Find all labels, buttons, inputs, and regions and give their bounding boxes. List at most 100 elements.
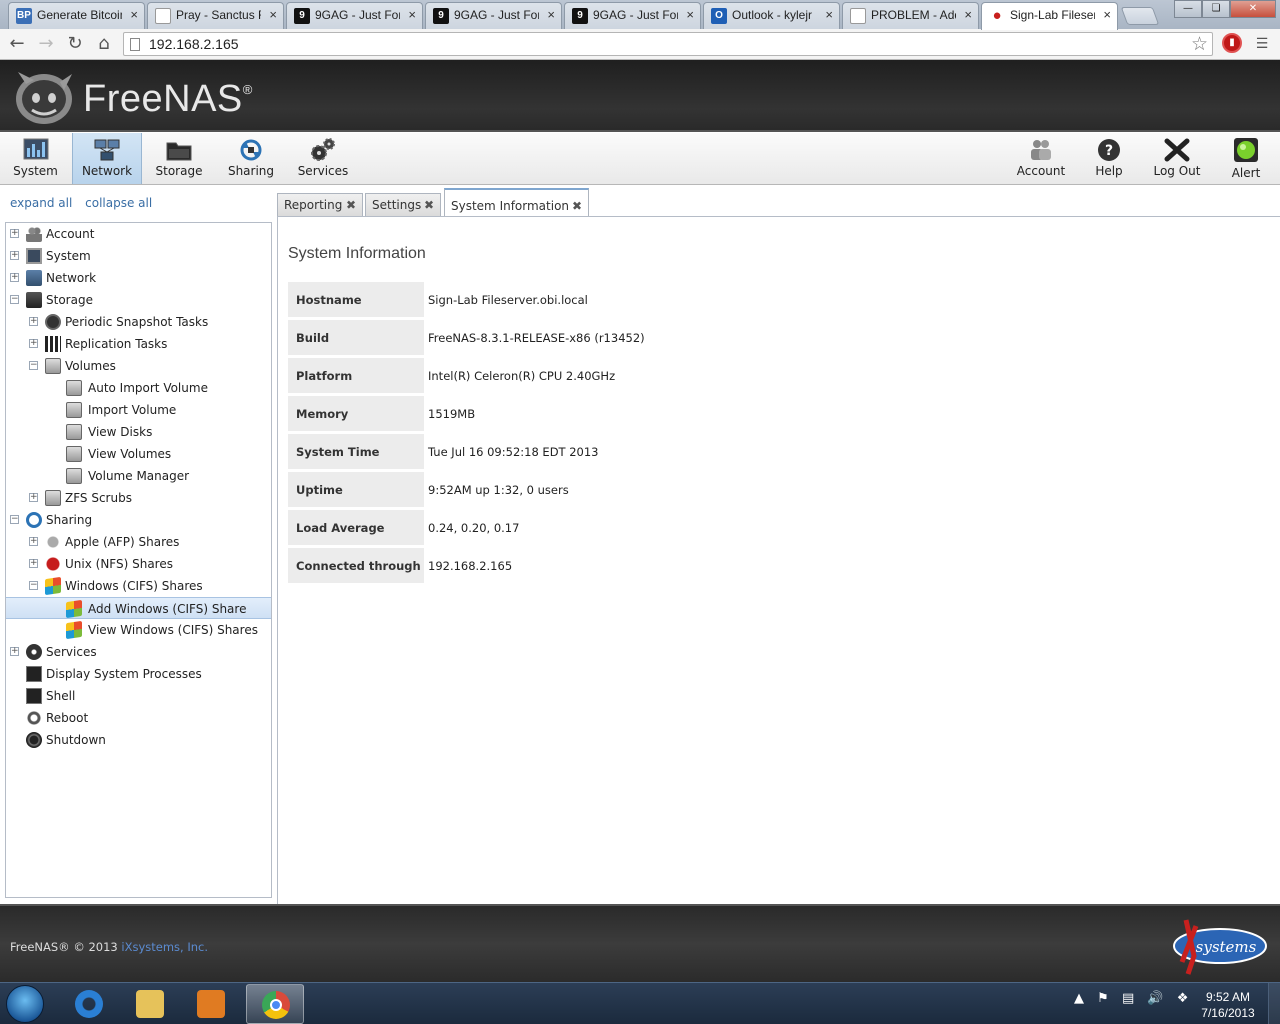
top-menu-help[interactable]: ? Help: [1082, 133, 1136, 184]
browser-tab[interactable]: O Outlook - kylejr ×: [703, 2, 840, 29]
top-menu-logout[interactable]: Log Out: [1146, 133, 1208, 184]
expand-icon[interactable]: +: [29, 317, 38, 326]
top-menu-alert[interactable]: Alert: [1220, 133, 1272, 184]
tree-item-label: Auto Import Volume: [88, 381, 208, 395]
taskbar-chrome[interactable]: [246, 984, 304, 1024]
tab-close-icon[interactable]: ×: [408, 7, 416, 22]
tree-item-unix-nfs-shares[interactable]: + Unix (NFS) Shares: [6, 553, 271, 575]
tree-item-view-disks[interactable]: View Disks: [6, 421, 271, 443]
tab-close-icon[interactable]: ×: [130, 7, 138, 22]
window-close-icon[interactable]: ✕: [1230, 0, 1276, 18]
tab-close-icon[interactable]: ×: [825, 7, 833, 22]
expand-all-link[interactable]: expand all: [10, 196, 72, 210]
expand-icon[interactable]: +: [29, 339, 38, 348]
minimize-icon[interactable]: —: [1174, 0, 1202, 18]
expand-icon[interactable]: +: [10, 251, 19, 260]
expand-icon[interactable]: +: [10, 647, 19, 656]
tree-item-shell[interactable]: Shell: [6, 685, 271, 707]
browser-tab[interactable]: 9 9GAG - Just For Fun ×: [425, 2, 562, 29]
expand-icon[interactable]: +: [29, 537, 38, 546]
browser-tab[interactable]: BP Generate Bitcoins ×: [8, 2, 145, 29]
tree-item-reboot[interactable]: Reboot: [6, 707, 271, 729]
chrome-menu-icon[interactable]: ☰: [1252, 34, 1272, 54]
tab-close-icon[interactable]: ✖: [424, 194, 434, 216]
tab-close-icon[interactable]: ×: [1103, 7, 1111, 22]
home-icon[interactable]: ⌂: [93, 33, 115, 55]
tree-item-account[interactable]: + Account: [6, 223, 271, 245]
tree-item-replication-tasks[interactable]: + Replication Tasks: [6, 333, 271, 355]
dropbox-icon[interactable]: ❖: [1177, 991, 1189, 1006]
network-tray-icon[interactable]: ▤: [1122, 991, 1134, 1006]
tree-item-import-volume[interactable]: Import Volume: [6, 399, 271, 421]
tree-item-shutdown[interactable]: Shutdown: [6, 729, 271, 751]
adblock-extension-icon[interactable]: ▮: [1222, 33, 1242, 53]
tree-item-zfs-scrubs[interactable]: + ZFS Scrubs: [6, 487, 271, 509]
back-icon[interactable]: ←: [6, 33, 28, 55]
ixsystems-link[interactable]: iXsystems, Inc.: [121, 940, 208, 954]
collapse-icon[interactable]: −: [29, 361, 38, 370]
top-menu-system[interactable]: System: [0, 133, 71, 184]
top-menu-network[interactable]: Network: [72, 133, 142, 184]
collapse-icon[interactable]: −: [29, 581, 38, 590]
tray-expand-icon[interactable]: ▲: [1074, 991, 1084, 1006]
collapse-all-link[interactable]: collapse all: [85, 196, 152, 210]
tree-item-display-system-processes[interactable]: Display System Processes: [6, 663, 271, 685]
tree-item-periodic-snapshot-tasks[interactable]: + Periodic Snapshot Tasks: [6, 311, 271, 333]
tab-system-information[interactable]: System Information ✖: [444, 188, 589, 218]
tree-item-windows-cifs-shares[interactable]: − Windows (CIFS) Shares: [6, 575, 271, 597]
new-tab-button[interactable]: [1120, 7, 1160, 25]
tab-close-icon[interactable]: ×: [269, 7, 277, 22]
tab-close-icon[interactable]: ✖: [346, 194, 356, 216]
browser-tab[interactable]: 9 9GAG - Just For Fun ×: [286, 2, 423, 29]
tree-item-auto-import-volume[interactable]: Auto Import Volume: [6, 377, 271, 399]
taskbar-clock[interactable]: 9:52 AM 7/16/2013: [1198, 989, 1258, 1021]
action-center-flag-icon[interactable]: ⚑: [1097, 991, 1109, 1006]
tree-item-add-windows-cifs-share[interactable]: Add Windows (CIFS) Share: [6, 597, 271, 619]
top-menu-storage[interactable]: Storage: [143, 133, 215, 184]
bookmark-star-icon[interactable]: ☆: [1191, 33, 1208, 55]
expand-icon[interactable]: +: [10, 229, 19, 238]
tree-item-volumes[interactable]: − Volumes: [6, 355, 271, 377]
top-menu-services[interactable]: Services: [290, 133, 356, 184]
top-menu-account[interactable]: Account: [1010, 133, 1072, 184]
address-bar[interactable]: 192.168.2.165 ☆: [123, 32, 1213, 56]
collapse-icon[interactable]: −: [10, 515, 19, 524]
tree-item-view-windows-cifs-shares[interactable]: View Windows (CIFS) Shares: [6, 619, 271, 641]
expand-icon[interactable]: +: [29, 493, 38, 502]
tab-close-icon[interactable]: ×: [547, 7, 555, 22]
taskbar-file-explorer[interactable]: [121, 984, 179, 1024]
content-pane: System Information Hostname Sign-Lab File…: [277, 216, 1280, 904]
browser-tab[interactable]: 9 9GAG - Just For Fun ×: [564, 2, 701, 29]
tab-reporting[interactable]: Reporting ✖: [277, 193, 363, 217]
browser-tab[interactable]: Pray - Sanctus Real ×: [147, 2, 284, 29]
show-desktop-button[interactable]: [1268, 983, 1280, 1024]
net-icon: [26, 270, 42, 286]
taskbar-internet-explorer[interactable]: [60, 984, 118, 1024]
maximize-icon[interactable]: ❏: [1202, 0, 1230, 18]
browser-tab[interactable]: ● Sign-Lab Fileserver ×: [981, 2, 1118, 30]
reload-icon[interactable]: ↻: [64, 33, 86, 55]
windows-start-icon[interactable]: [6, 985, 44, 1023]
forward-icon[interactable]: →: [35, 33, 57, 55]
collapse-icon[interactable]: −: [10, 295, 19, 304]
tree-item-services[interactable]: + Services: [6, 641, 271, 663]
tree-item-storage[interactable]: − Storage: [6, 289, 271, 311]
disk-icon: [66, 468, 82, 484]
sharing-icon: [240, 139, 262, 161]
tab-close-icon[interactable]: ×: [964, 7, 972, 22]
expand-icon[interactable]: +: [29, 559, 38, 568]
expand-icon[interactable]: +: [10, 273, 19, 282]
tree-item-apple-afp-shares[interactable]: + Apple (AFP) Shares: [6, 531, 271, 553]
tab-close-icon[interactable]: ×: [686, 7, 694, 22]
volume-icon[interactable]: 🔊: [1147, 991, 1163, 1006]
tree-item-view-volumes[interactable]: View Volumes: [6, 443, 271, 465]
tree-item-network[interactable]: + Network: [6, 267, 271, 289]
tree-item-label: Storage: [46, 293, 93, 307]
tree-item-sharing[interactable]: − Sharing: [6, 509, 271, 531]
tree-item-system[interactable]: + System: [6, 245, 271, 267]
top-menu-sharing[interactable]: Sharing: [215, 133, 287, 184]
browser-tab[interactable]: PROBLEM - Add ×: [842, 2, 979, 29]
tree-item-volume-manager[interactable]: Volume Manager: [6, 465, 271, 487]
tab-settings[interactable]: Settings ✖: [365, 193, 441, 217]
taskbar-media-player[interactable]: [182, 984, 240, 1024]
